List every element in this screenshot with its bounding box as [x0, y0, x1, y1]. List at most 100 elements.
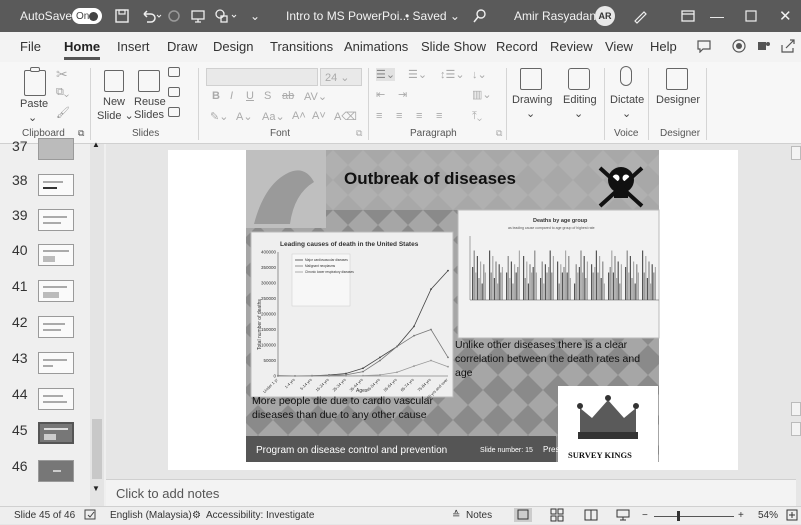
new-slide-label-1[interactable]: New [103, 96, 125, 108]
tab-design[interactable]: Design [213, 39, 253, 54]
font-color-icon[interactable]: A⌄ [236, 110, 253, 123]
new-slide-icon[interactable] [104, 70, 124, 92]
copy-icon[interactable]: ⧉⌄ [56, 86, 69, 99]
slide-thumbnail[interactable] [38, 138, 74, 160]
scroll-down-icon[interactable]: ▼ [92, 484, 102, 494]
notes-icon[interactable]: ≙ [452, 510, 460, 521]
font-size-dropdown[interactable]: 24 ⌄ [320, 68, 362, 86]
accessibility-status[interactable]: Accessibility: Investigate [206, 510, 314, 521]
paragraph-launcher-icon[interactable]: ⧉ [496, 128, 502, 139]
tab-record[interactable]: Record [496, 39, 538, 54]
justify-icon[interactable]: ≡ [436, 110, 442, 122]
comments-icon[interactable] [697, 39, 711, 56]
slide-thumbnail[interactable] [38, 280, 74, 302]
pane-scroll-marker[interactable] [791, 402, 801, 416]
slide-thumbnail[interactable] [38, 352, 74, 374]
zoom-in-icon[interactable]: + [738, 510, 744, 521]
pen-icon[interactable] [632, 0, 648, 32]
record-icon[interactable] [732, 39, 746, 56]
language-status[interactable]: English (Malaysia) [110, 510, 192, 521]
format-painter-icon[interactable]: 🖌 [56, 106, 70, 119]
zoom-level[interactable]: 54% [758, 510, 778, 521]
minimize-icon[interactable]: — [710, 0, 724, 32]
reset-icon[interactable] [168, 87, 180, 97]
slideshow-icon[interactable] [616, 508, 630, 525]
drawing-chevron-icon[interactable]: ⌄ [526, 107, 535, 120]
italic-icon[interactable]: I [230, 90, 233, 102]
font-family-dropdown[interactable] [206, 68, 318, 86]
paste-icon[interactable] [24, 70, 46, 96]
text-direction-icon[interactable]: ⤒⌄ [472, 110, 482, 123]
tab-help[interactable]: Help [650, 39, 677, 54]
columns-icon[interactable]: ▥⌄ [472, 88, 492, 101]
slide-thumbnail[interactable] [38, 244, 74, 266]
increase-font-icon[interactable]: A˄ [292, 110, 306, 122]
thumbnail-scrollbar[interactable]: ▲ ▼ [90, 140, 104, 506]
drawing-icon[interactable] [520, 68, 542, 90]
section-icon[interactable] [168, 107, 180, 117]
close-icon[interactable]: ✕ [779, 0, 792, 32]
spelling-icon[interactable] [84, 508, 98, 525]
user-name[interactable]: Amir Rasyadan [514, 0, 596, 32]
pane-scroll-marker[interactable] [791, 146, 801, 160]
pane-scroll-marker[interactable] [791, 422, 801, 436]
tab-transitions[interactable]: Transitions [270, 39, 333, 54]
normal-view-icon[interactable] [514, 508, 532, 522]
drawing-button[interactable]: Drawing [512, 94, 552, 106]
shadow-icon[interactable]: S [264, 90, 271, 102]
new-slide-button[interactable]: Slide ⌄ [97, 109, 134, 122]
line-spacing-icon[interactable]: ↕☰⌄ [440, 68, 465, 81]
document-title[interactable]: Intro to MS PowerPoi... [286, 0, 409, 32]
zoom-slider-thumb[interactable] [677, 511, 680, 521]
zoom-out-icon[interactable]: − [642, 510, 648, 521]
slide-thumbnail[interactable] [38, 388, 74, 410]
font-launcher-icon[interactable]: ⧉ [356, 128, 362, 139]
present-teams-icon[interactable] [757, 39, 771, 56]
clipboard-launcher-icon[interactable]: ⧉ [78, 128, 84, 139]
editing-button[interactable]: Editing [563, 94, 597, 106]
layout-icon[interactable] [168, 67, 180, 77]
align-left-icon[interactable]: ≡ [376, 110, 382, 122]
change-case-icon[interactable]: Aa⌄ [262, 110, 285, 123]
dictate-button[interactable]: Dictate [610, 94, 644, 106]
slide-thumbnail-selected[interactable] [38, 422, 74, 444]
avatar[interactable]: AR [595, 0, 615, 32]
bullets-icon[interactable]: ☰⌄ [376, 68, 396, 81]
cut-icon[interactable]: ✂ [56, 66, 68, 83]
decrease-indent-icon[interactable]: ⇤ [376, 88, 385, 101]
slide-thumbnail[interactable] [38, 316, 74, 338]
align-right-icon[interactable]: ≡ [416, 110, 422, 122]
designer-icon[interactable] [666, 68, 688, 90]
numbering-icon[interactable]: ☰⌄ [408, 68, 427, 81]
present-icon[interactable] [190, 0, 206, 32]
accessibility-icon[interactable]: ⚙ [192, 510, 201, 521]
zoom-slider[interactable] [654, 516, 734, 517]
paste-chevron-icon[interactable]: ⌄ [28, 111, 37, 124]
editing-chevron-icon[interactable]: ⌄ [574, 107, 583, 120]
slide-thumbnail[interactable] [38, 174, 74, 196]
bold-icon[interactable]: B [212, 90, 220, 102]
shapes-icon[interactable] [214, 0, 240, 32]
redo-icon[interactable] [166, 0, 182, 32]
align-center-icon[interactable]: ≡ [396, 110, 402, 122]
highlight-icon[interactable]: ✎⌄ [210, 110, 228, 123]
slide-canvas[interactable]: Outbreak of diseases Leading causes of d… [168, 150, 738, 470]
slide-thumbnail-pane[interactable]: 37 38 39 40 41 42 43 44 45 46 ▲ ▼ [0, 138, 106, 506]
slide-thumbnail[interactable] [38, 209, 74, 231]
saved-status[interactable]: • Saved ⌄ [405, 0, 460, 32]
decrease-font-icon[interactable]: A˅ [312, 110, 326, 122]
reuse-slides-label-1[interactable]: Reuse [134, 96, 166, 108]
designer-button[interactable]: Designer [656, 94, 700, 106]
share-icon[interactable] [781, 39, 795, 56]
slide-thumbnail[interactable] [38, 460, 74, 482]
underline-icon[interactable]: U [246, 90, 254, 102]
autosave-toggle[interactable]: On [72, 0, 102, 32]
paste-button[interactable]: Paste [20, 98, 48, 110]
notes-pane[interactable]: Click to add notes [106, 479, 796, 507]
editing-icon[interactable] [568, 68, 590, 90]
tab-insert[interactable]: Insert [117, 39, 150, 54]
ribbon-display-icon[interactable] [680, 0, 696, 32]
reuse-slides-icon[interactable] [138, 70, 160, 92]
dictate-chevron-icon[interactable]: ⌄ [622, 107, 631, 120]
character-spacing-icon[interactable]: AV⌄ [304, 90, 327, 103]
